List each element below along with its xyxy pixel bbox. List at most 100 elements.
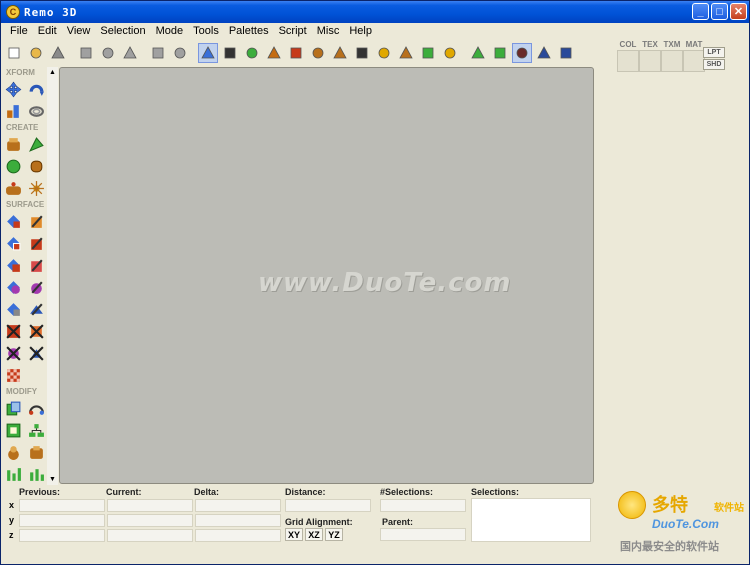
- modify-bars-alt-icon[interactable]: [28, 466, 45, 483]
- current-z-field[interactable]: [107, 529, 193, 542]
- select-face-button[interactable]: [242, 43, 262, 63]
- maximize-button[interactable]: □: [711, 3, 728, 20]
- clear-normal-icon[interactable]: [28, 345, 45, 362]
- clear-texture-icon[interactable]: [28, 323, 45, 340]
- surface-material-edit-icon[interactable]: [28, 279, 45, 296]
- modify-group-icon[interactable]: [28, 444, 45, 461]
- sigma-button[interactable]: [534, 43, 554, 63]
- modify-frame-icon[interactable]: [5, 422, 22, 439]
- close-button[interactable]: ✕: [730, 3, 747, 20]
- redo-button[interactable]: [170, 43, 190, 63]
- select-tree-button[interactable]: [352, 43, 372, 63]
- surface-color-icon[interactable]: [5, 213, 22, 230]
- current-x-field[interactable]: [107, 499, 193, 512]
- wireframe-button[interactable]: [418, 43, 438, 63]
- surface-normal-edit-icon[interactable]: [28, 301, 45, 318]
- scroll-up-icon[interactable]: ▲: [47, 67, 58, 78]
- modify-extrude-icon[interactable]: [5, 400, 22, 417]
- surface-map-edit-icon[interactable]: [28, 257, 45, 274]
- modify-bars-icon[interactable]: [5, 466, 22, 483]
- grid-button[interactable]: [512, 43, 532, 63]
- menu-palettes[interactable]: Palettes: [224, 25, 274, 37]
- menu-file[interactable]: File: [5, 25, 33, 37]
- modify-split-icon[interactable]: [28, 400, 45, 417]
- save-button[interactable]: [48, 43, 68, 63]
- lpt-button[interactable]: LPT: [703, 47, 725, 58]
- scroll-down-icon[interactable]: ▼: [47, 474, 58, 485]
- select-lod-button[interactable]: [308, 43, 328, 63]
- delta-x-field[interactable]: [195, 499, 281, 512]
- spiral-icon[interactable]: [28, 103, 45, 120]
- open-button[interactable]: [26, 43, 46, 63]
- grid-xy-button[interactable]: XY: [285, 528, 303, 541]
- clear-color-icon[interactable]: [5, 323, 22, 340]
- light-button[interactable]: [374, 43, 394, 63]
- select-object-button[interactable]: [264, 43, 284, 63]
- create-wedge-icon[interactable]: [28, 136, 45, 153]
- clear-material-icon[interactable]: [5, 345, 22, 362]
- 3d-viewport[interactable]: www.DuoTe.com: [59, 67, 594, 484]
- move-button[interactable]: [468, 43, 488, 63]
- surface-texture-icon[interactable]: [5, 235, 22, 252]
- previous-x-field[interactable]: [19, 499, 105, 512]
- scale-button[interactable]: [490, 43, 510, 63]
- menu-script[interactable]: Script: [274, 25, 312, 37]
- menu-selection[interactable]: Selection: [95, 25, 150, 37]
- parent-field[interactable]: [380, 528, 466, 541]
- delta-y-field[interactable]: [195, 514, 281, 527]
- menu-view[interactable]: View: [62, 25, 96, 37]
- surface-normal-icon[interactable]: [5, 301, 22, 318]
- select-group-button[interactable]: [286, 43, 306, 63]
- cut-button[interactable]: [76, 43, 96, 63]
- material-swatch[interactable]: [683, 50, 705, 72]
- star-button[interactable]: [440, 43, 460, 63]
- undo-button[interactable]: [148, 43, 168, 63]
- create-box-icon[interactable]: [5, 136, 22, 153]
- create-light-icon[interactable]: [28, 180, 45, 197]
- shd-button[interactable]: SHD: [703, 59, 725, 70]
- checker-texture-icon[interactable]: [5, 367, 22, 384]
- grid-xz-button[interactable]: XZ: [305, 528, 323, 541]
- surface-material-icon[interactable]: [5, 279, 22, 296]
- menu-mode[interactable]: Mode: [151, 25, 189, 37]
- texture-swatch[interactable]: [639, 50, 661, 72]
- menu-tools[interactable]: Tools: [188, 25, 224, 37]
- create-sphere-icon[interactable]: [5, 158, 22, 175]
- modify-merge-icon[interactable]: [5, 444, 22, 461]
- axis-y-label: y: [9, 515, 15, 525]
- selections-count-field[interactable]: [380, 499, 466, 512]
- surface-pencil-icon[interactable]: [28, 213, 45, 230]
- scale-tool-icon[interactable]: [5, 103, 22, 120]
- triangle-button[interactable]: [556, 43, 576, 63]
- surface-map-icon[interactable]: [5, 257, 22, 274]
- title-bar[interactable]: C Remo 3D _ □ ✕: [1, 1, 749, 23]
- dof-button[interactable]: [396, 43, 416, 63]
- selections-list[interactable]: [471, 498, 591, 542]
- scroll-track[interactable]: [47, 78, 58, 474]
- delta-z-field[interactable]: [195, 529, 281, 542]
- select-edge-button[interactable]: [220, 43, 240, 63]
- menu-edit[interactable]: Edit: [33, 25, 62, 37]
- color-swatch[interactable]: [617, 50, 639, 72]
- create-cylinder-icon[interactable]: [28, 158, 45, 175]
- translate-icon[interactable]: [5, 81, 22, 98]
- copy-button[interactable]: [98, 43, 118, 63]
- rotate-icon[interactable]: [28, 81, 45, 98]
- menu-help[interactable]: Help: [344, 25, 377, 37]
- menu-misc[interactable]: Misc: [312, 25, 345, 37]
- paste-button[interactable]: [120, 43, 140, 63]
- texture-mapping-swatch[interactable]: [661, 50, 683, 72]
- select-vertex-button[interactable]: [198, 43, 218, 63]
- modify-tree-icon[interactable]: [28, 422, 45, 439]
- select-switch-button[interactable]: [330, 43, 350, 63]
- palette-scrollbar[interactable]: ▲ ▼: [47, 67, 58, 485]
- distance-field[interactable]: [285, 499, 371, 512]
- surface-texture-edit-icon[interactable]: [28, 235, 45, 252]
- grid-yz-button[interactable]: YZ: [325, 528, 343, 541]
- previous-y-field[interactable]: [19, 514, 105, 527]
- current-y-field[interactable]: [107, 514, 193, 527]
- minimize-button[interactable]: _: [692, 3, 709, 20]
- create-lod-icon[interactable]: [5, 180, 22, 197]
- new-button[interactable]: [4, 43, 24, 63]
- previous-z-field[interactable]: [19, 529, 105, 542]
